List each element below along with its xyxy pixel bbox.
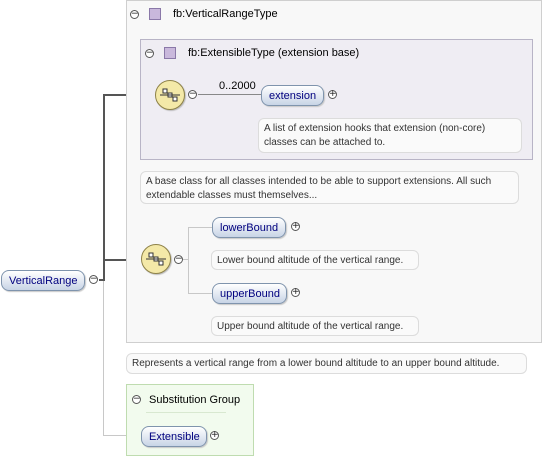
upper-bound-annotation: Upper bound altitude of the vertical ran… [211,316,419,336]
collapse-icon[interactable]: − [188,90,197,99]
inner-type-title: fb:ExtensibleType (extension base) [188,47,360,59]
seq-branch-lower [188,227,213,228]
expand-icon[interactable]: + [210,431,219,440]
cardinality-label: 0..2000 [219,80,256,92]
vertical-range-annotation: Represents a vertical range from a lower… [126,353,527,374]
lower-bound-annotation: Lower bound altitude of the vertical ran… [211,250,419,270]
extensible-element[interactable]: Extensible [141,426,207,447]
lower-bound-element[interactable]: lowerBound [212,217,286,238]
seq-to-extension-line [198,94,262,95]
collapse-icon[interactable]: − [89,275,98,284]
extension-annotation: A list of extension hooks that extension… [258,118,522,153]
sequence-compositor-icon [141,244,171,274]
seq-branch-upper [188,293,213,294]
upper-bound-element[interactable]: upperBound [212,283,287,304]
seq-branch-middle [183,259,189,260]
collapse-icon[interactable]: − [132,395,141,404]
trunk-vertical-line [103,95,105,281]
complex-type-icon [164,47,176,59]
outer-type-title: fb:VerticalRangeType [173,8,278,20]
vertical-range-root-element[interactable]: VerticalRange [1,270,85,291]
extensible-type-annotation: A base class for all classes intended to… [140,171,519,204]
expand-icon[interactable]: + [291,222,300,231]
substitution-group-title: Substitution Group [149,394,241,406]
subst-connector-vertical [103,281,104,436]
expand-icon[interactable]: + [328,90,337,99]
extension-element[interactable]: extension [261,85,324,106]
collapse-icon[interactable]: − [130,10,139,19]
collapse-icon[interactable]: − [174,255,183,264]
collapse-icon[interactable]: − [145,49,154,58]
sequence-compositor-icon [155,80,185,110]
substitution-divider [146,412,226,413]
seq-branch-vertical [188,227,189,293]
complex-type-icon [149,8,161,20]
expand-icon[interactable]: + [291,288,300,297]
